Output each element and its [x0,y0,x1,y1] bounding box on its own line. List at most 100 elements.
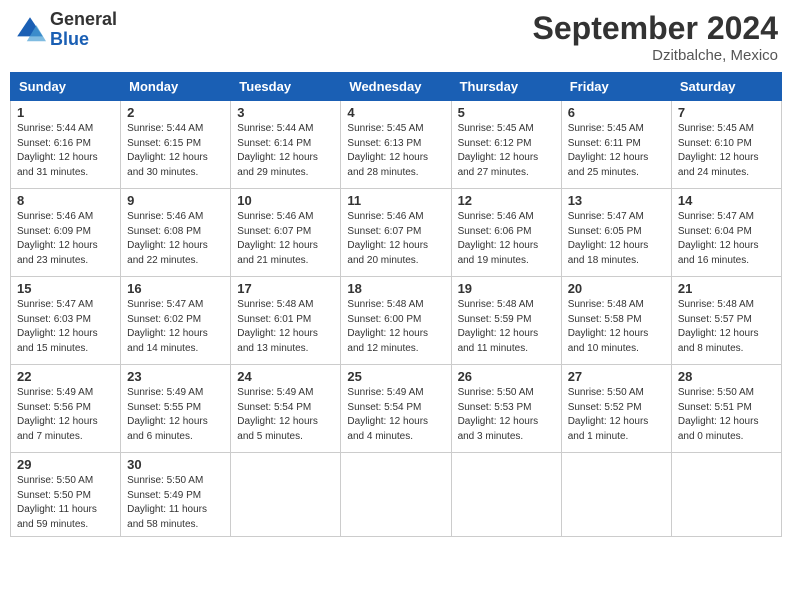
calendar-cell: 22Sunrise: 5:49 AM Sunset: 5:56 PM Dayli… [11,365,121,453]
day-number: 10 [237,193,334,208]
day-info: Sunrise: 5:45 AM Sunset: 6:12 PM Dayligh… [458,122,555,180]
day-info: Sunrise: 5:50 AM Sunset: 5:52 PM Dayligh… [568,386,665,444]
calendar-cell: 18 Sunrise: 5:48 AM Sunset: 6:00 PM Dayli… [341,277,451,365]
day-number: 22 [17,369,114,384]
logo-general: General [50,9,117,29]
calendar-cell: 6Sunrise: 5:45 AM Sunset: 6:11 PM Daylig… [561,101,671,189]
week-row-4: 22Sunrise: 5:49 AM Sunset: 5:56 PM Dayli… [11,365,782,453]
day-number: 17 [237,281,334,296]
day-number: 23 [127,369,224,384]
day-info: Sunrise: 5:45 AM Sunset: 6:10 PM Dayligh… [678,122,775,180]
day-info: Sunrise: 5:47 AM Sunset: 6:03 PM Dayligh… [17,298,114,356]
calendar-cell: 23 Sunrise: 5:49 AM Sunset: 5:55 PM Dayli… [121,365,231,453]
day-info: Sunrise: 5:48 AM Sunset: 5:58 PM Dayligh… [568,298,665,356]
day-info: Sunrise: 5:50 AM Sunset: 5:49 PM Dayligh… [127,474,224,532]
calendar-cell: 19 Sunrise: 5:48 AM Sunset: 5:59 PM Dayli… [451,277,561,365]
calendar-cell: 15 Sunrise: 5:47 AM Sunset: 6:03 PM Dayli… [11,277,121,365]
day-number: 9 [127,193,224,208]
weekday-header-wednesday: Wednesday [341,73,451,101]
logo: General Blue [14,10,117,50]
calendar-cell [561,453,671,537]
calendar-cell: 24 Sunrise: 5:49 AM Sunset: 5:54 PM Dayli… [231,365,341,453]
day-number: 14 [678,193,775,208]
day-info: Sunrise: 5:50 AM Sunset: 5:51 PM Dayligh… [678,386,775,444]
day-info: Sunrise: 5:47 AM Sunset: 6:02 PM Dayligh… [127,298,224,356]
day-number: 30 [127,457,224,472]
day-number: 25 [347,369,444,384]
calendar-cell: 29 Sunrise: 5:50 AM Sunset: 5:50 PM Dayli… [11,453,121,537]
day-number: 12 [458,193,555,208]
weekday-header-sunday: Sunday [11,73,121,101]
day-info: Sunrise: 5:48 AM Sunset: 5:57 PM Dayligh… [678,298,775,356]
week-row-5: 29 Sunrise: 5:50 AM Sunset: 5:50 PM Dayli… [11,453,782,537]
day-number: 29 [17,457,114,472]
day-number: 8 [17,193,114,208]
day-info: Sunrise: 5:50 AM Sunset: 5:50 PM Dayligh… [17,474,114,532]
weekday-header-tuesday: Tuesday [231,73,341,101]
day-number: 19 [458,281,555,296]
day-info: Sunrise: 5:44 AM Sunset: 6:15 PM Dayligh… [127,122,224,180]
calendar-cell: 2 Sunrise: 5:44 AM Sunset: 6:15 PM Daylig… [121,101,231,189]
calendar-cell [671,453,781,537]
day-number: 15 [17,281,114,296]
week-row-1: 1 Sunrise: 5:44 AM Sunset: 6:16 PM Daylig… [11,101,782,189]
day-number: 7 [678,105,775,120]
day-number: 3 [237,105,334,120]
day-number: 1 [17,105,114,120]
calendar-cell: 3 Sunrise: 5:44 AM Sunset: 6:14 PM Daylig… [231,101,341,189]
day-info: Sunrise: 5:49 AM Sunset: 5:55 PM Dayligh… [127,386,224,444]
day-info: Sunrise: 5:46 AM Sunset: 6:08 PM Dayligh… [127,210,224,268]
day-info: Sunrise: 5:48 AM Sunset: 6:01 PM Dayligh… [237,298,334,356]
calendar-cell: 8 Sunrise: 5:46 AM Sunset: 6:09 PM Daylig… [11,189,121,277]
day-info: Sunrise: 5:46 AM Sunset: 6:07 PM Dayligh… [347,210,444,268]
calendar-cell: 7 Sunrise: 5:45 AM Sunset: 6:10 PM Daylig… [671,101,781,189]
day-info: Sunrise: 5:45 AM Sunset: 6:13 PM Dayligh… [347,122,444,180]
calendar-cell: 17 Sunrise: 5:48 AM Sunset: 6:01 PM Dayli… [231,277,341,365]
week-row-3: 15 Sunrise: 5:47 AM Sunset: 6:03 PM Dayli… [11,277,782,365]
week-row-2: 8 Sunrise: 5:46 AM Sunset: 6:09 PM Daylig… [11,189,782,277]
day-number: 21 [678,281,775,296]
day-info: Sunrise: 5:48 AM Sunset: 6:00 PM Dayligh… [347,298,444,356]
day-number: 18 [347,281,444,296]
weekday-header-row: SundayMondayTuesdayWednesdayThursdayFrid… [11,73,782,101]
day-number: 13 [568,193,665,208]
calendar-cell: 28 Sunrise: 5:50 AM Sunset: 5:51 PM Dayli… [671,365,781,453]
day-number: 24 [237,369,334,384]
calendar-table: SundayMondayTuesdayWednesdayThursdayFrid… [10,72,782,537]
day-info: Sunrise: 5:49 AM Sunset: 5:54 PM Dayligh… [237,386,334,444]
day-info: Sunrise: 5:49 AM Sunset: 5:54 PM Dayligh… [347,386,444,444]
day-info: Sunrise: 5:47 AM Sunset: 6:04 PM Dayligh… [678,210,775,268]
day-number: 26 [458,369,555,384]
month-title: September 2024 [533,10,778,47]
title-block: September 2024 Dzitbalche, Mexico [533,10,778,64]
calendar-cell [341,453,451,537]
day-info: Sunrise: 5:44 AM Sunset: 6:16 PM Dayligh… [17,122,114,180]
weekday-header-friday: Friday [561,73,671,101]
day-info: Sunrise: 5:50 AM Sunset: 5:53 PM Dayligh… [458,386,555,444]
day-info: Sunrise: 5:48 AM Sunset: 5:59 PM Dayligh… [458,298,555,356]
day-number: 5 [458,105,555,120]
calendar-cell: 1 Sunrise: 5:44 AM Sunset: 6:16 PM Daylig… [11,101,121,189]
calendar-cell: 13Sunrise: 5:47 AM Sunset: 6:05 PM Dayli… [561,189,671,277]
weekday-header-thursday: Thursday [451,73,561,101]
day-number: 28 [678,369,775,384]
day-info: Sunrise: 5:46 AM Sunset: 6:07 PM Dayligh… [237,210,334,268]
day-number: 20 [568,281,665,296]
calendar-cell: 5 Sunrise: 5:45 AM Sunset: 6:12 PM Daylig… [451,101,561,189]
logo-blue: Blue [50,29,89,49]
calendar-cell: 14 Sunrise: 5:47 AM Sunset: 6:04 PM Dayli… [671,189,781,277]
day-info: Sunrise: 5:46 AM Sunset: 6:06 PM Dayligh… [458,210,555,268]
calendar-cell: 26 Sunrise: 5:50 AM Sunset: 5:53 PM Dayli… [451,365,561,453]
calendar-cell [231,453,341,537]
day-number: 16 [127,281,224,296]
day-number: 4 [347,105,444,120]
day-number: 2 [127,105,224,120]
calendar-cell: 4 Sunrise: 5:45 AM Sunset: 6:13 PM Daylig… [341,101,451,189]
calendar-cell: 27 Sunrise: 5:50 AM Sunset: 5:52 PM Dayli… [561,365,671,453]
day-number: 27 [568,369,665,384]
day-info: Sunrise: 5:46 AM Sunset: 6:09 PM Dayligh… [17,210,114,268]
calendar-cell: 12 Sunrise: 5:46 AM Sunset: 6:06 PM Dayli… [451,189,561,277]
calendar-cell [451,453,561,537]
calendar-cell: 9 Sunrise: 5:46 AM Sunset: 6:08 PM Daylig… [121,189,231,277]
day-info: Sunrise: 5:44 AM Sunset: 6:14 PM Dayligh… [237,122,334,180]
